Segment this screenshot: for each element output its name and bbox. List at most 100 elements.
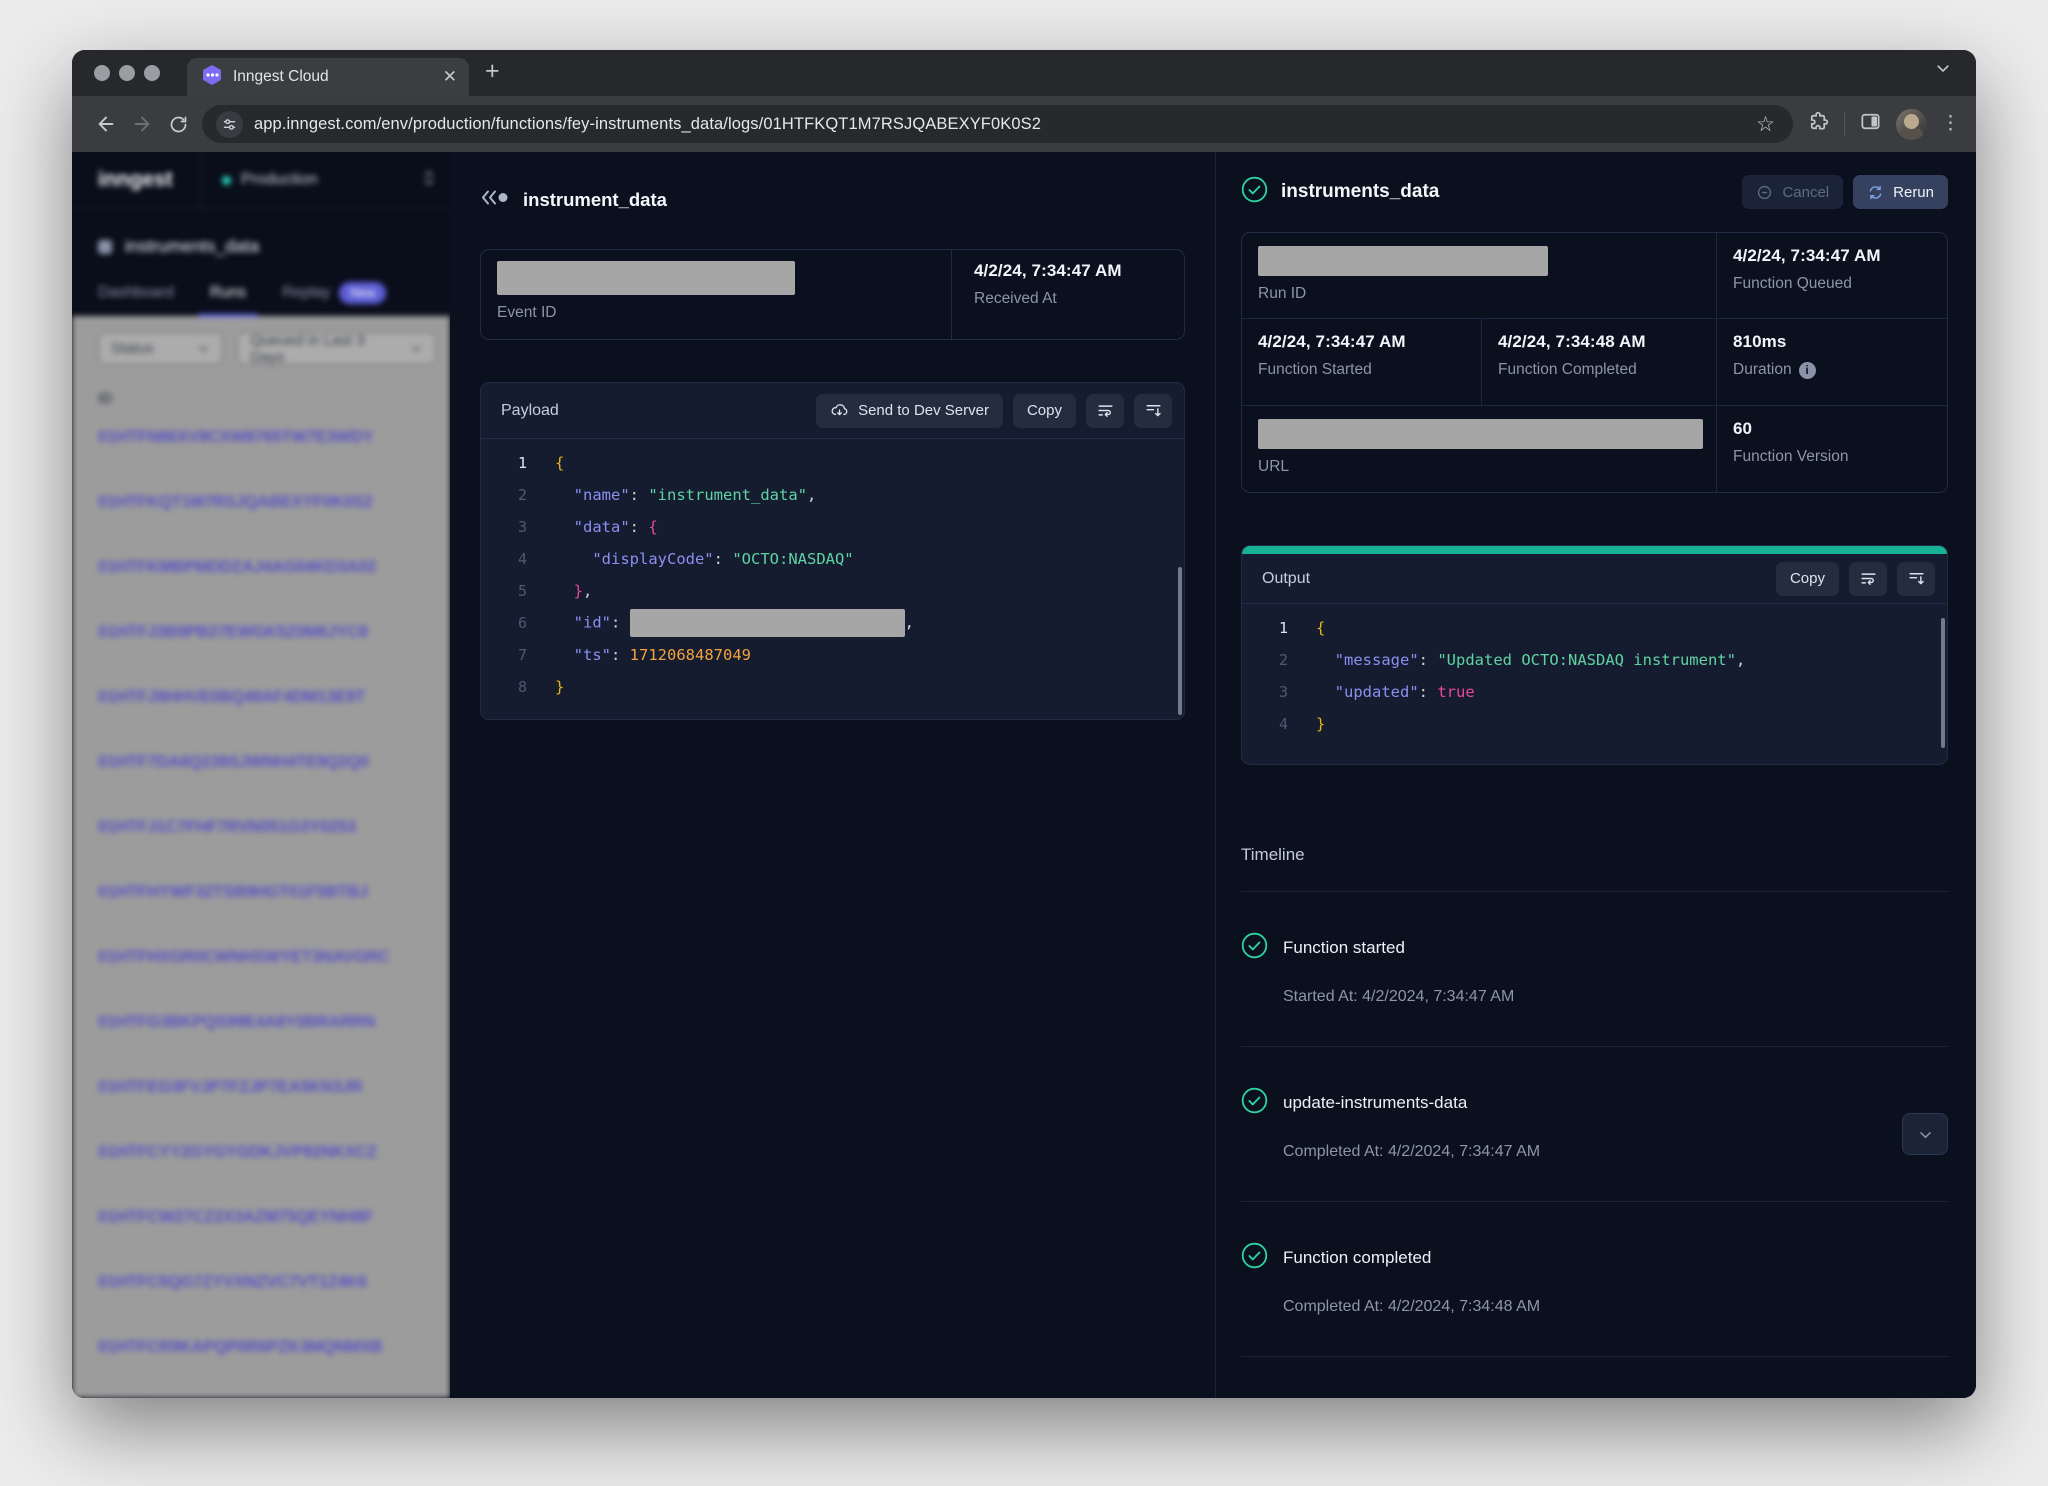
minimize-window-button[interactable]: [119, 65, 135, 81]
run-id-link[interactable]: 01HTFCYY2GYGYGDKJVP82NKXCZ: [98, 1143, 436, 1162]
page: Inngest Cloud ✕ + app.innge: [0, 0, 2048, 1486]
output-scroll-to-bottom-icon[interactable]: [1897, 562, 1935, 596]
output-word-wrap-icon[interactable]: [1849, 562, 1887, 596]
run-id-link[interactable]: 01HTFJ9HHVE0BQ48AF4DM13E9T: [98, 688, 436, 707]
environment-status-dot: [222, 176, 231, 185]
run-title: instruments_data: [1281, 181, 1732, 203]
tab-replay[interactable]: ReplayNew: [282, 284, 386, 302]
run-id-link[interactable]: 01HTFKMBPMDDZAJ4AG04KD3A02: [98, 558, 436, 577]
payload-code[interactable]: 1{2 "name": "instrument_data",3 "data": …: [481, 439, 1184, 703]
tab-dashboard[interactable]: Dashboard: [98, 284, 174, 302]
url-text: app.inngest.com/env/production/functions…: [254, 115, 1741, 134]
run-id-link[interactable]: 01HTFG3BKPQS99E4A8Y0BRARRN: [98, 1013, 436, 1032]
rerun-button[interactable]: Rerun: [1853, 175, 1948, 209]
function-queued-cell: 4/2/24, 7:34:47 AM Function Queued: [1717, 233, 1947, 319]
code-line: 7 "ts": 1712068487049: [481, 639, 1184, 671]
extensions-puzzle-icon[interactable]: [1807, 110, 1830, 138]
payload-copy-button[interactable]: Copy: [1013, 394, 1076, 428]
cancel-button[interactable]: Cancel: [1742, 175, 1843, 209]
new-badge: New: [339, 282, 386, 304]
timeline-item: Function startedStarted At: 4/2/2024, 7:…: [1241, 932, 1948, 1047]
run-id-link[interactable]: 01HTFCW27CZ2X3AZM75QEYNH8F: [98, 1208, 436, 1227]
received-at-label: Received At: [974, 290, 1168, 308]
line-number: 3: [1242, 683, 1288, 701]
redacted-value: [630, 609, 905, 637]
output-copy-button[interactable]: Copy: [1776, 562, 1839, 596]
tab-runs[interactable]: Runs: [210, 284, 246, 302]
browser-tab[interactable]: Inngest Cloud ✕: [187, 58, 469, 96]
url-bar[interactable]: app.inngest.com/env/production/functions…: [202, 105, 1793, 143]
sidebar-tabs: Dashboard Runs ReplayNew: [72, 257, 450, 316]
line-number: 3: [481, 518, 527, 536]
sidebar-header: inngest Production: [72, 152, 450, 209]
expand-step-button[interactable]: [1902, 1113, 1948, 1155]
environment-selector[interactable]: Production: [202, 152, 450, 208]
time-range-filter[interactable]: Queued in Last 3 Days: [237, 332, 436, 365]
tab-search-chevron-icon[interactable]: [1934, 59, 1952, 82]
chrome-menu-icon[interactable]: ⋮: [1941, 121, 1960, 127]
code-line: 3 "data": {: [481, 511, 1184, 543]
timeline-item-row: update-instruments-data: [1241, 1087, 1948, 1119]
maximize-window-button[interactable]: [144, 65, 160, 81]
run-id-link[interactable]: 01HTFHYWF32TSB9HGT01F5BTBJ: [98, 883, 436, 902]
run-id-link[interactable]: 01HTFN86XV8CXW8765TW7E3WDY: [98, 428, 436, 447]
reload-icon[interactable]: [160, 106, 196, 142]
profile-avatar[interactable]: [1896, 109, 1927, 140]
tab-title: Inngest Cloud: [233, 68, 433, 86]
function-version-cell: 60 Function Version: [1717, 406, 1947, 492]
send-to-dev-server-button[interactable]: Send to Dev Server: [816, 394, 1003, 428]
back-icon[interactable]: [88, 106, 124, 142]
payload-title: Payload: [501, 402, 806, 420]
favicon-inngest-icon: [201, 64, 223, 91]
timeline-item-row: Function completed: [1241, 1242, 1948, 1274]
run-id-link[interactable]: 01HTFEG3FVJP7FZJP7EA5KN3JR: [98, 1078, 436, 1097]
window-controls[interactable]: [94, 65, 160, 81]
app-name: instruments_data: [125, 236, 259, 257]
function-app-row[interactable]: instruments_data: [72, 209, 450, 257]
forward-icon[interactable]: [124, 106, 160, 142]
timeline-item: Function completedCompleted At: 4/2/2024…: [1241, 1242, 1948, 1357]
new-tab-button[interactable]: +: [485, 57, 500, 86]
duration-cell: 810ms Duration i: [1717, 319, 1947, 405]
code-line: 8}: [481, 671, 1184, 703]
payload-scrollbar[interactable]: [1178, 567, 1182, 715]
run-id-link[interactable]: 01HTF7DA6Q238SJWNH4TE9Q2Q0: [98, 753, 436, 772]
line-number: 7: [481, 646, 527, 664]
side-panel-icon[interactable]: [1859, 110, 1882, 138]
run-id-link[interactable]: 01HTFJ1C7FHF7RVN051G3Y0253: [98, 818, 436, 837]
status-filter[interactable]: Status: [98, 332, 223, 365]
received-at-cell: 4/2/24, 7:34:47 AM Received At: [952, 250, 1184, 339]
run-id-link[interactable]: 01HTFCR9KAPQP0R6PZK3MQNMXB: [98, 1338, 436, 1357]
app-content: inngest Production instruments_data: [72, 152, 1976, 1398]
toolbar-divider: [1844, 112, 1845, 136]
code-line: 6 "id": ,: [481, 607, 1184, 639]
close-window-button[interactable]: [94, 65, 110, 81]
run-id-link[interactable]: 01HTFKQT1M7RSJQABEXYF0K0S2: [98, 493, 436, 512]
scroll-to-bottom-icon[interactable]: [1134, 394, 1172, 428]
id-column-header: ID: [98, 391, 436, 407]
output-code[interactable]: 1{2 "message": "Updated OCTO:NASDAQ inst…: [1242, 604, 1947, 740]
close-tab-icon[interactable]: ✕: [443, 67, 457, 87]
code-line: 2 "name": "instrument_data",: [481, 479, 1184, 511]
run-id-link[interactable]: 01HTFHXGR0CWNHSWYET3NAVGRC: [98, 948, 436, 967]
event-title: instrument_data: [523, 189, 667, 211]
sidebar: inngest Production instruments_data: [72, 152, 450, 1398]
site-info-icon[interactable]: [216, 111, 243, 138]
word-wrap-icon[interactable]: [1086, 394, 1124, 428]
timeline-item-title: update-instruments-data: [1283, 1093, 1467, 1113]
run-id-cell: Run ID: [1242, 233, 1717, 319]
function-started-cell: 4/2/24, 7:34:47 AM Function Started: [1242, 319, 1482, 405]
function-completed-cell: 4/2/24, 7:34:48 AM Function Completed: [1482, 319, 1717, 405]
run-id-redacted: [1258, 246, 1548, 276]
event-header: instrument_data: [480, 188, 1215, 212]
run-id-link[interactable]: 01HTFJ3B9PB27EWGK5Z0M6JYC8: [98, 623, 436, 642]
timeline-title: Timeline: [1241, 845, 1948, 865]
run-id-link[interactable]: 01HTFC5QG7ZYVXNZVC7VT1Z4K6: [98, 1273, 436, 1292]
output-scrollbar[interactable]: [1941, 618, 1945, 748]
timeline-list: Function startedStarted At: 4/2/2024, 7:…: [1241, 932, 1948, 1357]
line-number: 6: [481, 614, 527, 632]
bookmark-star-icon[interactable]: ☆: [1752, 112, 1779, 137]
info-icon[interactable]: i: [1799, 362, 1816, 379]
inngest-logo[interactable]: inngest: [72, 152, 202, 208]
timeline-item-divider: [1241, 1356, 1948, 1357]
